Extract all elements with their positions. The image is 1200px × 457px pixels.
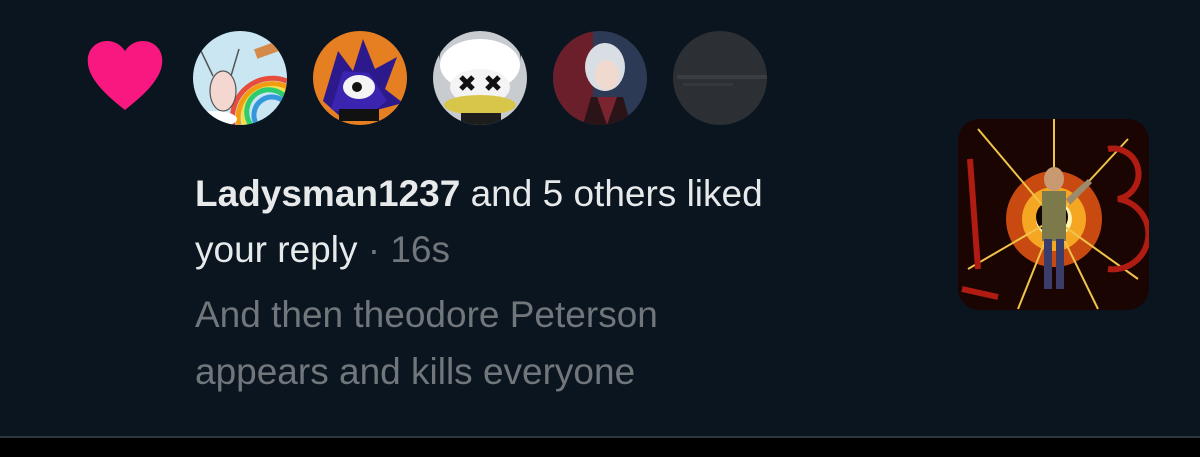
reply-snippet-line-2: appears and kills everyone [195,351,636,392]
action-text: and 5 others liked [460,173,763,214]
game-artwork-thumbnail-icon [958,119,1149,310]
tweet-thumbnail[interactable] [958,119,1149,310]
separator-dot: · [357,229,391,270]
heart-icon [87,41,163,110]
action-text-continued: your reply [195,229,358,270]
timestamp: 16s [390,229,450,270]
reply-snippet-line-1: And then theodore Peterson [195,294,658,335]
avatar-anime-character[interactable] [553,31,647,125]
notification-text: Ladysman1237 and 5 others liked your rep… [195,166,915,278]
reply-snippet[interactable]: And then theodore Peterson appears and k… [195,286,915,400]
blank-avatar-icon [673,31,767,125]
avatar-rainbow-drawing[interactable] [193,31,287,125]
avatar-blue-hedgehog[interactable] [313,31,407,125]
like-notification[interactable]: Ladysman1237 and 5 others liked your rep… [0,0,1200,437]
masked-face-avatar-icon [433,31,527,125]
avatar-placeholder[interactable] [673,31,767,125]
bottom-edge [0,438,1200,457]
username-link[interactable]: Ladysman1237 [195,173,460,214]
anime-character-avatar-icon [553,31,647,125]
avatar-masked-face[interactable] [433,31,527,125]
blue-hedgehog-avatar-icon [313,31,407,125]
rainbow-cartoon-avatar-icon [193,31,287,125]
